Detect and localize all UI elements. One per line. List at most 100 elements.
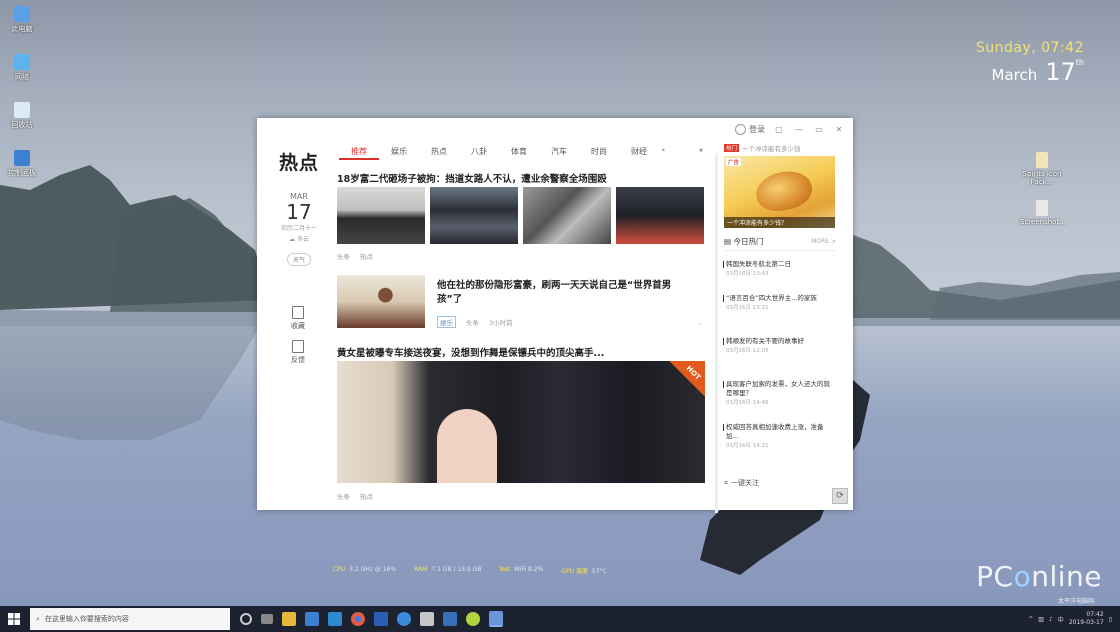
edge-icon[interactable]: [397, 612, 411, 626]
article-1-image-2[interactable]: [430, 187, 518, 244]
more-tabs-button[interactable]: •: [661, 146, 666, 155]
tab-entertainment[interactable]: 娱乐: [379, 144, 419, 160]
user-icon: [735, 124, 746, 135]
tab-hot[interactable]: 热点: [419, 144, 459, 160]
tab-gossip[interactable]: 八卦: [459, 144, 499, 160]
article-2-title[interactable]: 他在社的那份隐形富豪，刷两一天天说自己是“世界首男孩”了: [437, 279, 687, 307]
hot-item[interactable]: 韩顺发的有关不要的故事好 03月16日 12:05: [723, 337, 836, 356]
favorites-button[interactable]: 收藏: [285, 306, 311, 331]
chrome-icon[interactable]: [351, 612, 365, 626]
close-button[interactable]: ✕: [833, 125, 845, 134]
network-tray-icon[interactable]: ▥: [1038, 616, 1044, 623]
hot-tag: 热门: [724, 144, 740, 152]
category-tabs: 推荐 娱乐 热点 八卦 体育 汽车 时尚 财经: [339, 144, 659, 160]
dropdown-icon[interactable]: ▾: [699, 146, 703, 155]
article-3-meta: 头条 热点: [337, 491, 373, 501]
leaf-icon[interactable]: [466, 612, 480, 626]
desktop-icon-file-2[interactable]: Screenshot...: [1020, 200, 1066, 226]
article-1-image-1[interactable]: [337, 187, 425, 244]
desktop-icon-label: 控制面板: [8, 169, 36, 177]
cortana-icon[interactable]: [240, 613, 252, 625]
more-link[interactable]: MORE >: [811, 238, 836, 245]
ad-banner[interactable]: 广告 一个冲凉能有多少钱？: [724, 156, 835, 228]
hw-value: 7.1 GB / 15.9 GB: [431, 566, 482, 573]
mail-icon[interactable]: [443, 612, 457, 626]
tab-fashion[interactable]: 时尚: [579, 144, 619, 160]
hot-item[interactable]: 权威回答真相加速收费上涨，准备加... 03月16日 14:21: [723, 423, 836, 451]
tab-finance[interactable]: 财经: [619, 144, 659, 160]
hot-item-title: 韩国失联冬航北第二日: [726, 260, 791, 268]
tab-recommend[interactable]: 推荐: [339, 144, 379, 160]
date-day: 17: [286, 200, 312, 224]
favorites-label: 收藏: [291, 322, 305, 330]
desktop-icon-network[interactable]: 网络: [2, 54, 42, 82]
hot-item-time: 03月16日 12:05: [726, 348, 769, 354]
desktop-icon-recycle-bin[interactable]: 回收站: [2, 102, 42, 130]
store-icon[interactable]: [305, 612, 319, 626]
tray-chevron-icon[interactable]: ^: [1028, 616, 1033, 623]
word-icon[interactable]: [374, 612, 388, 626]
watermark-subtitle: 太平洋电脑网: [1057, 598, 1094, 605]
system-tray: ^ ▥ ♪ 中 07:42 2019-03-17 ▯: [1028, 611, 1120, 627]
minimize-button[interactable]: —: [793, 125, 805, 134]
watermark-part: nline: [1031, 560, 1102, 593]
article-3-source: 头条: [337, 493, 350, 501]
clock-suffix: th: [1075, 58, 1084, 67]
article-2-dropdown-icon[interactable]: ⌄: [697, 320, 702, 327]
desktop-icon-control-panel[interactable]: 控制面板: [2, 150, 42, 178]
article-1-image-4[interactable]: [616, 187, 704, 244]
article-1-image-3[interactable]: [523, 187, 611, 244]
volume-icon[interactable]: ♪: [1049, 616, 1053, 623]
maximize-button[interactable]: ▭: [813, 125, 825, 134]
article-1-source: 头条: [337, 253, 350, 261]
desktop-icon-label: Spirits Icon Pack...: [1022, 170, 1062, 186]
clock-date: March 17th: [976, 58, 1085, 86]
login-button[interactable]: 登录: [735, 124, 765, 135]
hot-item-title: 权威回答真相加速收费上涨，准备加...: [726, 423, 824, 440]
hw-cpu: CPU 3.2 GHz @ 16%: [333, 566, 396, 575]
article-2-source: 头条: [466, 319, 479, 327]
network-icon: [14, 54, 30, 70]
tray-clock[interactable]: 07:42 2019-03-17: [1069, 611, 1104, 627]
tools-icon[interactable]: [420, 612, 434, 626]
settings-icon[interactable]: ▢: [773, 125, 785, 134]
hot-item-title: 韩顺发的有关不要的故事好: [726, 337, 804, 345]
article-2-meta: 娱乐 头条 3小时前: [437, 316, 513, 328]
taskbar-search-box[interactable]: ⌕ 在这里输入你要搜索的内容: [30, 608, 230, 630]
follow-button[interactable]: ⌗ 一键关注: [724, 478, 759, 488]
feed-scrollbar[interactable]: [715, 153, 718, 513]
photos-icon[interactable]: [328, 612, 342, 626]
hot-item[interactable]: 韩国失联冬航北第二日 03月16日 13:43: [723, 260, 836, 279]
file-explorer-icon[interactable]: [282, 612, 296, 626]
article-3-image[interactable]: HOT: [337, 361, 705, 483]
start-button[interactable]: [0, 606, 28, 632]
watermark-part: PC: [976, 560, 1014, 593]
refresh-button[interactable]: ⟳: [832, 488, 848, 504]
article-2-image[interactable]: [337, 275, 425, 328]
hot-item-title: “语言百合”四大世界主...的家族: [726, 294, 817, 302]
feedback-icon: [292, 340, 304, 353]
tab-auto[interactable]: 汽车: [539, 144, 579, 160]
top-banner-text: 一个冲凉能有多少钱: [742, 145, 801, 153]
hw-label: GPU 温度: [561, 568, 588, 575]
notification-icon[interactable]: ▯: [1109, 616, 1112, 623]
hw-label: RAM: [414, 566, 428, 573]
ime-icon[interactable]: 中: [1058, 615, 1064, 624]
feedback-button[interactable]: 反馈: [285, 340, 311, 365]
weather-button[interactable]: 天气: [286, 253, 311, 266]
watermark-part: o: [1013, 560, 1032, 593]
article-1-title[interactable]: 18岁富二代砸场子被拘：挡道女路人不认，遭业余警察全场围殴: [337, 171, 607, 185]
hot-item[interactable]: “语言百合”四大世界主...的家族 03月16日 13:21: [723, 294, 836, 313]
hw-gpu: GPU 温度 57°C: [561, 566, 606, 575]
desktop-icon-file-1[interactable]: Spirits Icon Pack...: [1020, 152, 1064, 186]
article-2-time: 3小时前: [489, 319, 513, 327]
hot-item[interactable]: 具现客户加索的发票，女人还大的就是哪里？ 03月16日 14:46: [723, 380, 836, 408]
hw-value: WiFi 8.2%: [513, 566, 544, 573]
desktop-icon-this-pc[interactable]: 此电脑: [2, 6, 42, 34]
top-banner[interactable]: 热门 一个冲凉能有多少钱: [724, 143, 836, 153]
article-3-title[interactable]: 黄女星被曝专车接送夜宴，没想到作舞是保镖兵中的顶尖高手...: [337, 345, 604, 359]
control-panel-icon: [14, 150, 30, 166]
task-view-icon[interactable]: [261, 614, 273, 624]
news-app-icon[interactable]: [489, 611, 503, 627]
tab-sports[interactable]: 体育: [499, 144, 539, 160]
